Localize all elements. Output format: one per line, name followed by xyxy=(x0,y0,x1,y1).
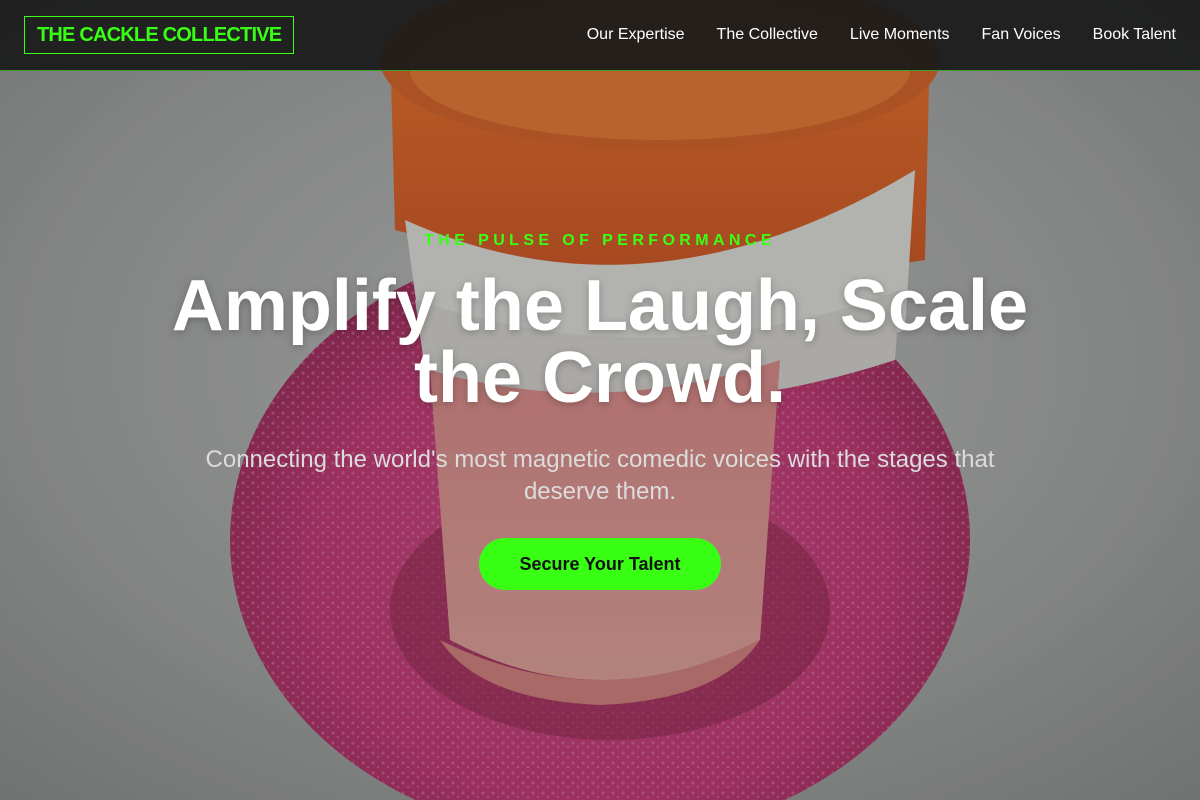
nav-link-fan-voices[interactable]: Fan Voices xyxy=(982,26,1061,44)
nav-link-the-collective[interactable]: The Collective xyxy=(717,26,818,44)
hero-section: THE PULSE OF PERFORMANCE Amplify the Lau… xyxy=(0,0,1200,800)
secure-talent-button[interactable]: Secure Your Talent xyxy=(479,538,721,590)
hero-eyebrow: THE PULSE OF PERFORMANCE xyxy=(424,232,776,249)
page: THE CACKLE COLLECTIVE Our Expertise The … xyxy=(0,0,1200,800)
nav-link-book-talent[interactable]: Book Talent xyxy=(1093,26,1176,44)
nav-link-live-moments[interactable]: Live Moments xyxy=(850,26,950,44)
top-navigation: THE CACKLE COLLECTIVE Our Expertise The … xyxy=(0,0,1200,71)
nav-link-our-expertise[interactable]: Our Expertise xyxy=(587,26,685,44)
hero-subheadline: Connecting the world's most magnetic com… xyxy=(205,446,995,505)
hero-headline: Amplify the Laugh, Scale the Crowd. xyxy=(171,266,1029,418)
brand-logo[interactable]: THE CACKLE COLLECTIVE xyxy=(24,16,295,54)
nav-links: Our Expertise The Collective Live Moment… xyxy=(587,26,1176,44)
